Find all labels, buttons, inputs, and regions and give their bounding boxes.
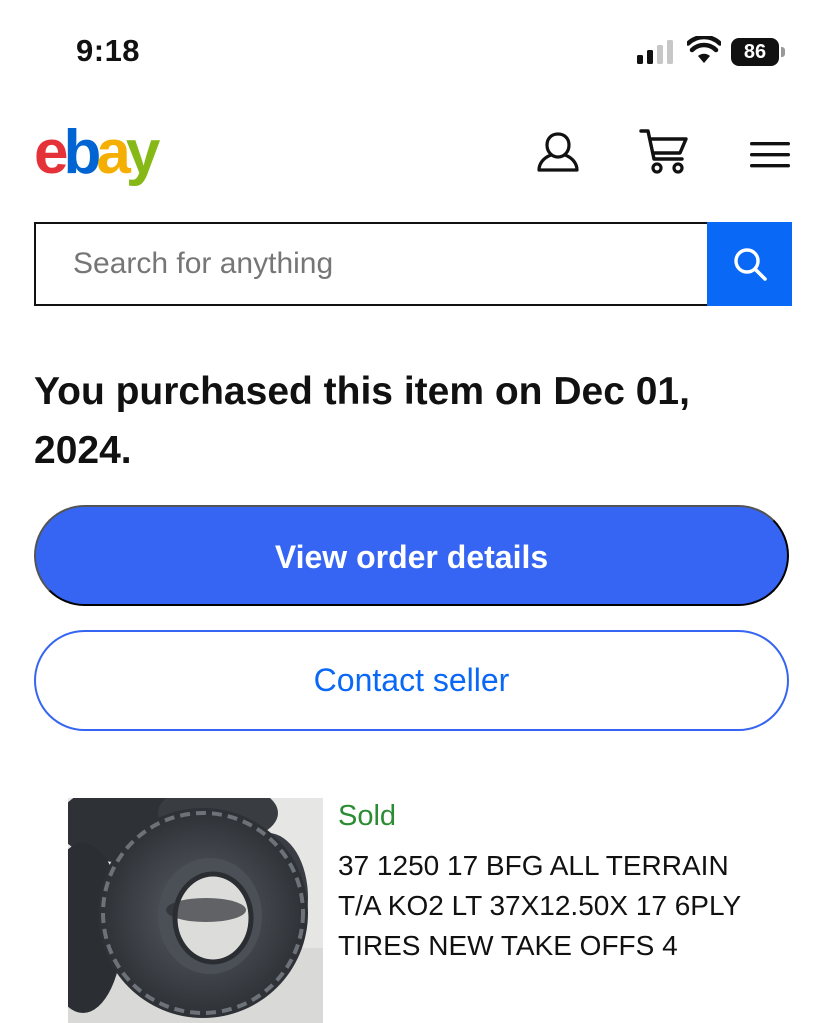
view-order-details-button[interactable]: View order details bbox=[34, 505, 789, 606]
battery-icon: 86 bbox=[731, 38, 785, 66]
item-image[interactable] bbox=[68, 798, 323, 1023]
item-summary[interactable]: Sold 37 1250 17 BFG ALL TERRAIN T/A KO2 … bbox=[0, 798, 823, 1023]
signal-icon bbox=[637, 40, 673, 64]
item-title[interactable]: 37 1250 17 BFG ALL TERRAIN T/A KO2 LT 37… bbox=[338, 846, 758, 966]
search-button[interactable] bbox=[707, 222, 792, 306]
logo-letter-y: y bbox=[125, 118, 161, 187]
search-icon bbox=[733, 248, 767, 281]
logo-letter-b: b bbox=[63, 118, 101, 187]
logo-letter-e: e bbox=[34, 118, 69, 187]
search-bar bbox=[34, 222, 792, 306]
ebay-logo[interactable]: ebay bbox=[34, 118, 161, 188]
tire-stack-photo bbox=[68, 798, 323, 1023]
search-input[interactable] bbox=[34, 222, 709, 306]
ebay-item-page: 9:18 86 ebay Search for anything You pur… bbox=[0, 0, 823, 1023]
cart-icon[interactable] bbox=[638, 126, 690, 176]
contact-seller-button[interactable]: Contact seller bbox=[34, 630, 789, 731]
purchase-message: You purchased this item on Dec 01, 2024. bbox=[34, 370, 690, 472]
status-time: 9:18 bbox=[76, 33, 141, 68]
site-header: ebay bbox=[0, 110, 823, 200]
wifi-icon bbox=[687, 36, 721, 63]
status-bar: 9:18 86 bbox=[0, 0, 823, 100]
battery-tip bbox=[781, 47, 785, 57]
battery-level: 86 bbox=[731, 38, 779, 66]
logo-letter-a: a bbox=[96, 118, 131, 187]
item-status: Sold bbox=[338, 800, 397, 832]
menu-icon[interactable] bbox=[748, 134, 792, 174]
account-icon[interactable] bbox=[534, 128, 582, 176]
